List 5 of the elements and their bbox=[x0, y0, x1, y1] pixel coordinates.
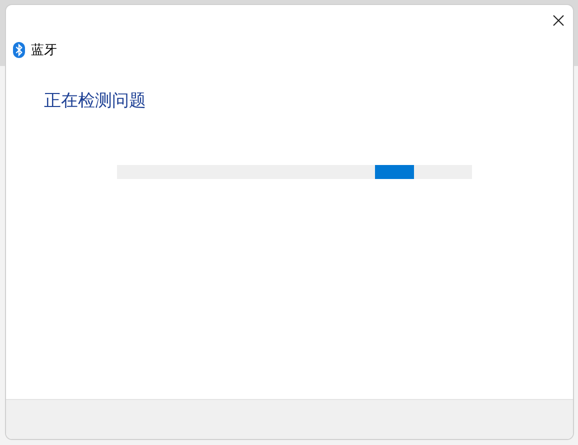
close-icon bbox=[552, 14, 564, 26]
status-heading: 正在检测问题 bbox=[44, 90, 147, 112]
window-title: 蓝牙 bbox=[31, 41, 57, 59]
progress-chunk bbox=[375, 165, 414, 179]
bluetooth-icon bbox=[13, 42, 25, 58]
